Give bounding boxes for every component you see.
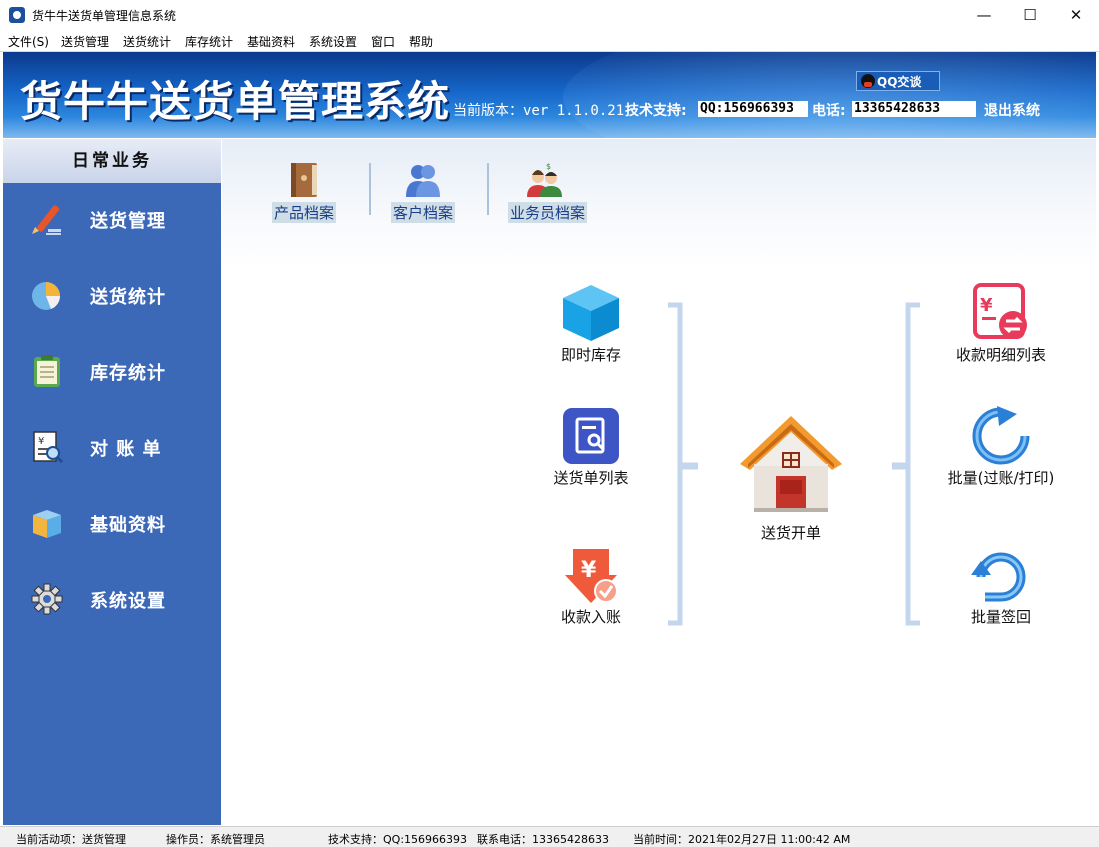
create-delivery-button[interactable]: 送货开单: [711, 414, 871, 544]
sidebar-item-delivery-statistics[interactable]: 送货统计: [3, 267, 221, 327]
realtime-stock-button[interactable]: 即时库存: [511, 283, 671, 364]
batch-signback-button[interactable]: 批量签回: [921, 547, 1081, 627]
left-bracket: [668, 302, 698, 626]
delivery-list-label: 送货单列表: [553, 469, 629, 487]
maximize-button[interactable]: ☐: [1007, 0, 1053, 30]
toolbar-separator: [369, 163, 371, 215]
support-label: 技术支持:: [625, 103, 687, 119]
sidebar-item-stock-statistics[interactable]: 库存统计: [3, 343, 221, 403]
toolbar-separator: [487, 163, 489, 215]
gear-icon: [31, 583, 63, 615]
product-archive-button[interactable]: 产品档案: [272, 161, 348, 223]
receipt-exchange-icon: ¥: [973, 283, 1027, 339]
sidebar-item-delivery-management[interactable]: 送货管理: [3, 191, 221, 251]
header-banner: 货牛牛送货单管理系统 QQ交谈 当前版本：ver 1.1.0.21 技术支持: …: [3, 52, 1096, 138]
sidebar: 日常业务 送货管理 送货统计 库存统计 ¥ 对 账 单 基础资料 系统设置: [3, 139, 221, 825]
exit-system-link[interactable]: 退出系统: [984, 100, 1040, 120]
create-delivery-label: 送货开单: [760, 524, 821, 542]
app-icon: [9, 7, 25, 23]
box-icon: [33, 510, 61, 538]
pie-chart-icon: [32, 282, 60, 310]
delivery-list-button[interactable]: 送货单列表: [511, 406, 671, 487]
qq-chat-button[interactable]: QQ交谈: [856, 71, 940, 91]
menu-file[interactable]: 文件(S): [8, 33, 49, 50]
menu-bar: 文件(S) 送货管理 送货统计 库存统计 基础资料 系统设置 窗口 帮助: [0, 30, 1099, 52]
customer-archive-label: 客户档案: [391, 202, 456, 223]
qq-chat-label: QQ交谈: [877, 75, 922, 89]
banner-title: 货牛牛送货单管理系统: [20, 77, 451, 126]
qq-penguin-icon: [861, 74, 875, 88]
payment-detail-list-label: 收款明细列表: [955, 346, 1046, 364]
status-time: 当前时间：2021年02月27日 11:00:42 AM: [633, 833, 851, 846]
menu-delivery-statistics[interactable]: 送货统计: [123, 33, 171, 50]
cube-icon: [563, 285, 619, 341]
status-bar: 当前活动项：送货管理 操作员：系统管理员 技术支持：QQ:156966393 联…: [0, 826, 1099, 847]
phone-field: 13365428633: [852, 101, 976, 117]
status-active-item: 当前活动项：送货管理: [16, 833, 126, 846]
batch-post-print-button[interactable]: 批量(过账/打印): [921, 406, 1081, 487]
payment-entry-label: 收款入账: [560, 608, 621, 626]
main-panel: 产品档案 客户档案 $ 业务员档案 即时库存 送货单列表 ¥ 收款入账 送货开单…: [222, 139, 1096, 825]
users-icon: [406, 165, 440, 197]
product-archive-label: 产品档案: [272, 202, 337, 223]
sidebar-item-label: 库存统计: [90, 363, 166, 384]
sidebar-item-statement[interactable]: ¥ 对 账 单: [3, 419, 221, 479]
close-button[interactable]: ✕: [1053, 0, 1099, 30]
phone-label: 电话:: [812, 103, 846, 119]
sidebar-header: 日常业务: [3, 139, 221, 183]
house-icon: [740, 416, 842, 512]
book-icon: [291, 163, 317, 197]
sidebar-item-system-settings[interactable]: 系统设置: [3, 571, 221, 631]
status-operator: 操作员：系统管理员: [166, 833, 265, 846]
batch-post-print-label: 批量(过账/打印): [947, 469, 1055, 487]
batch-signback-label: 批量签回: [970, 608, 1031, 626]
menu-stock-statistics[interactable]: 库存统计: [185, 33, 233, 50]
status-phone: 联系电话：13365428633: [477, 833, 609, 846]
document-search-icon: [563, 408, 619, 464]
salesman-icon: $: [527, 162, 562, 197]
menu-system-settings[interactable]: 系统设置: [309, 33, 357, 50]
sidebar-item-label: 系统设置: [90, 591, 166, 612]
sidebar-item-label: 送货统计: [90, 287, 166, 308]
right-bracket: [892, 302, 920, 626]
redo-arrow-icon: [971, 552, 1026, 602]
sidebar-item-label: 基础资料: [90, 515, 166, 536]
statement-search-icon: ¥: [33, 431, 64, 464]
yen-download-icon: ¥: [565, 549, 618, 603]
svg-text:$: $: [546, 162, 551, 171]
sidebar-item-label: 送货管理: [90, 211, 166, 232]
menu-help[interactable]: 帮助: [409, 33, 433, 50]
support-qq-field: QQ:156966393: [698, 101, 808, 117]
sidebar-item-basic-data[interactable]: 基础资料: [3, 495, 221, 555]
salesman-archive-label: 业务员档案: [508, 202, 588, 223]
banner-glow: [563, 52, 1096, 138]
svg-text:¥: ¥: [581, 558, 597, 583]
pencil-icon: [32, 205, 61, 235]
window-title: 货牛牛送货单管理信息系统: [32, 9, 177, 23]
payment-entry-button[interactable]: ¥ 收款入账: [511, 547, 671, 627]
payment-detail-list-button[interactable]: ¥ 收款明细列表: [921, 283, 1081, 364]
svg-text:¥: ¥: [980, 295, 993, 316]
customer-archive-button[interactable]: 客户档案: [391, 161, 467, 223]
clipboard-icon: [34, 355, 60, 387]
title-bar: 货牛牛送货单管理信息系统 — ☐ ✕: [0, 0, 1099, 30]
menu-basic-data[interactable]: 基础资料: [247, 33, 295, 50]
menu-delivery-management[interactable]: 送货管理: [61, 33, 109, 50]
sidebar-item-label: 对 账 单: [90, 439, 162, 460]
salesman-archive-button[interactable]: $ 业务员档案: [508, 161, 592, 223]
refresh-icon: [972, 406, 1030, 465]
realtime-stock-label: 即时库存: [560, 346, 621, 364]
version-label: 当前版本：ver 1.1.0.21: [453, 103, 625, 119]
minimize-button[interactable]: —: [961, 0, 1007, 30]
svg-text:¥: ¥: [38, 436, 44, 447]
menu-window[interactable]: 窗口: [371, 33, 395, 50]
status-support: 技术支持：QQ:156966393: [328, 833, 468, 846]
